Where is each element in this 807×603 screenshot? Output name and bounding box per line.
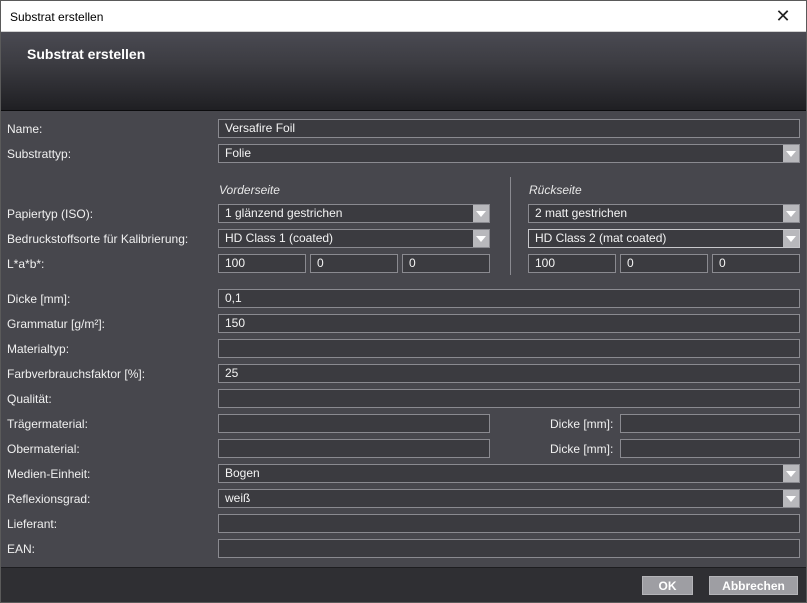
lab-front-b-input[interactable]: 0 (402, 254, 490, 273)
ober-input[interactable] (218, 439, 490, 458)
chevron-down-icon (783, 145, 799, 162)
lab-front-l-input[interactable]: 100 (218, 254, 306, 273)
papiertyp-label: Papiertyp (ISO): (7, 207, 94, 221)
farbverbrauch-input[interactable]: 25 (218, 364, 800, 383)
papiertyp-front-select[interactable]: 1 glänzend gestrichen (218, 204, 490, 223)
papiertyp-back-select[interactable]: 2 matt gestrichen (528, 204, 800, 223)
traeger-dicke-label: Dicke [mm]: (550, 417, 614, 431)
traeger-input[interactable] (218, 414, 490, 433)
lieferant-label: Lieferant: (7, 517, 58, 531)
medien-select[interactable]: Bogen (218, 464, 800, 483)
ober-dicke-input[interactable] (620, 439, 800, 458)
traeger-label: Trägermaterial: (7, 417, 88, 431)
materialtyp-input[interactable] (218, 339, 800, 358)
papiertyp-back-value: 2 matt gestrichen (535, 206, 628, 220)
close-icon[interactable]: ✕ (760, 1, 806, 32)
chevron-down-icon (783, 205, 799, 222)
grammatur-label: Grammatur [g/m²]: (7, 317, 106, 331)
ober-dicke-label: Dicke [mm]: (550, 442, 614, 456)
lab-front-a-input[interactable]: 0 (310, 254, 398, 273)
chevron-down-icon (783, 230, 799, 247)
medien-label: Medien-Einheit: (7, 467, 91, 481)
lab-back-b-input[interactable]: 0 (712, 254, 800, 273)
name-input[interactable]: Versafire Foil (218, 119, 800, 138)
reflexion-select[interactable]: weiß (218, 489, 800, 508)
dicke-label: Dicke [mm]: (7, 292, 71, 306)
reflexion-label: Reflexionsgrad: (7, 492, 91, 506)
lieferant-input[interactable] (218, 514, 800, 533)
bedruckstoff-back-select[interactable]: HD Class 2 (mat coated) (528, 229, 800, 248)
substrattyp-label: Substrattyp: (7, 147, 72, 161)
substrattyp-select[interactable]: Folie (218, 144, 800, 163)
chevron-down-icon (783, 490, 799, 507)
bedruckstoff-label: Bedruckstoffsorte für Kalibrierung: (7, 232, 189, 246)
medien-value: Bogen (225, 466, 260, 480)
lab-back-a-input[interactable]: 0 (620, 254, 708, 273)
front-column-heading: Vorderseite (219, 183, 280, 197)
cancel-button[interactable]: Abbrechen (709, 576, 798, 595)
lab-back-l-input[interactable]: 100 (528, 254, 616, 273)
substrattyp-value: Folie (225, 146, 252, 160)
reflexion-value: weiß (225, 491, 251, 505)
dicke-input[interactable]: 0,1 (218, 289, 800, 308)
ean-input[interactable] (218, 539, 800, 558)
back-column-heading: Rückseite (529, 183, 582, 197)
name-label: Name: (7, 122, 43, 136)
traeger-dicke-input[interactable] (620, 414, 800, 433)
chevron-down-icon (473, 205, 489, 222)
ean-label: EAN: (7, 542, 36, 556)
lab-label: L*a*b*: (7, 257, 45, 271)
header-band: Substrat erstellen (1, 32, 806, 111)
bedruckstoff-front-select[interactable]: HD Class 1 (coated) (218, 229, 490, 248)
qualitaet-label: Qualität: (7, 392, 52, 406)
form-area: Name: Versafire Foil Substrattyp: Folie … (1, 112, 806, 567)
farbverbrauch-label: Farbverbrauchsfaktor [%]: (7, 367, 146, 381)
materialtyp-label: Materialtyp: (7, 342, 70, 356)
qualitaet-input[interactable] (218, 389, 800, 408)
dialog-window: Substrat erstellen ✕ Substrat erstellen … (0, 0, 807, 603)
papiertyp-front-value: 1 glänzend gestrichen (225, 206, 343, 220)
bedruckstoff-front-value: HD Class 1 (coated) (225, 231, 334, 245)
grammatur-input[interactable]: 150 (218, 314, 800, 333)
column-divider (510, 177, 511, 275)
ok-button[interactable]: OK (642, 576, 693, 595)
button-bar: OK Abbrechen (1, 567, 806, 602)
title-bar: Substrat erstellen ✕ (1, 1, 806, 32)
ober-label: Obermaterial: (7, 442, 80, 456)
chevron-down-icon (473, 230, 489, 247)
window-title: Substrat erstellen (10, 10, 104, 24)
chevron-down-icon (783, 465, 799, 482)
bedruckstoff-back-value: HD Class 2 (mat coated) (535, 231, 667, 245)
dialog-heading: Substrat erstellen (27, 46, 146, 62)
